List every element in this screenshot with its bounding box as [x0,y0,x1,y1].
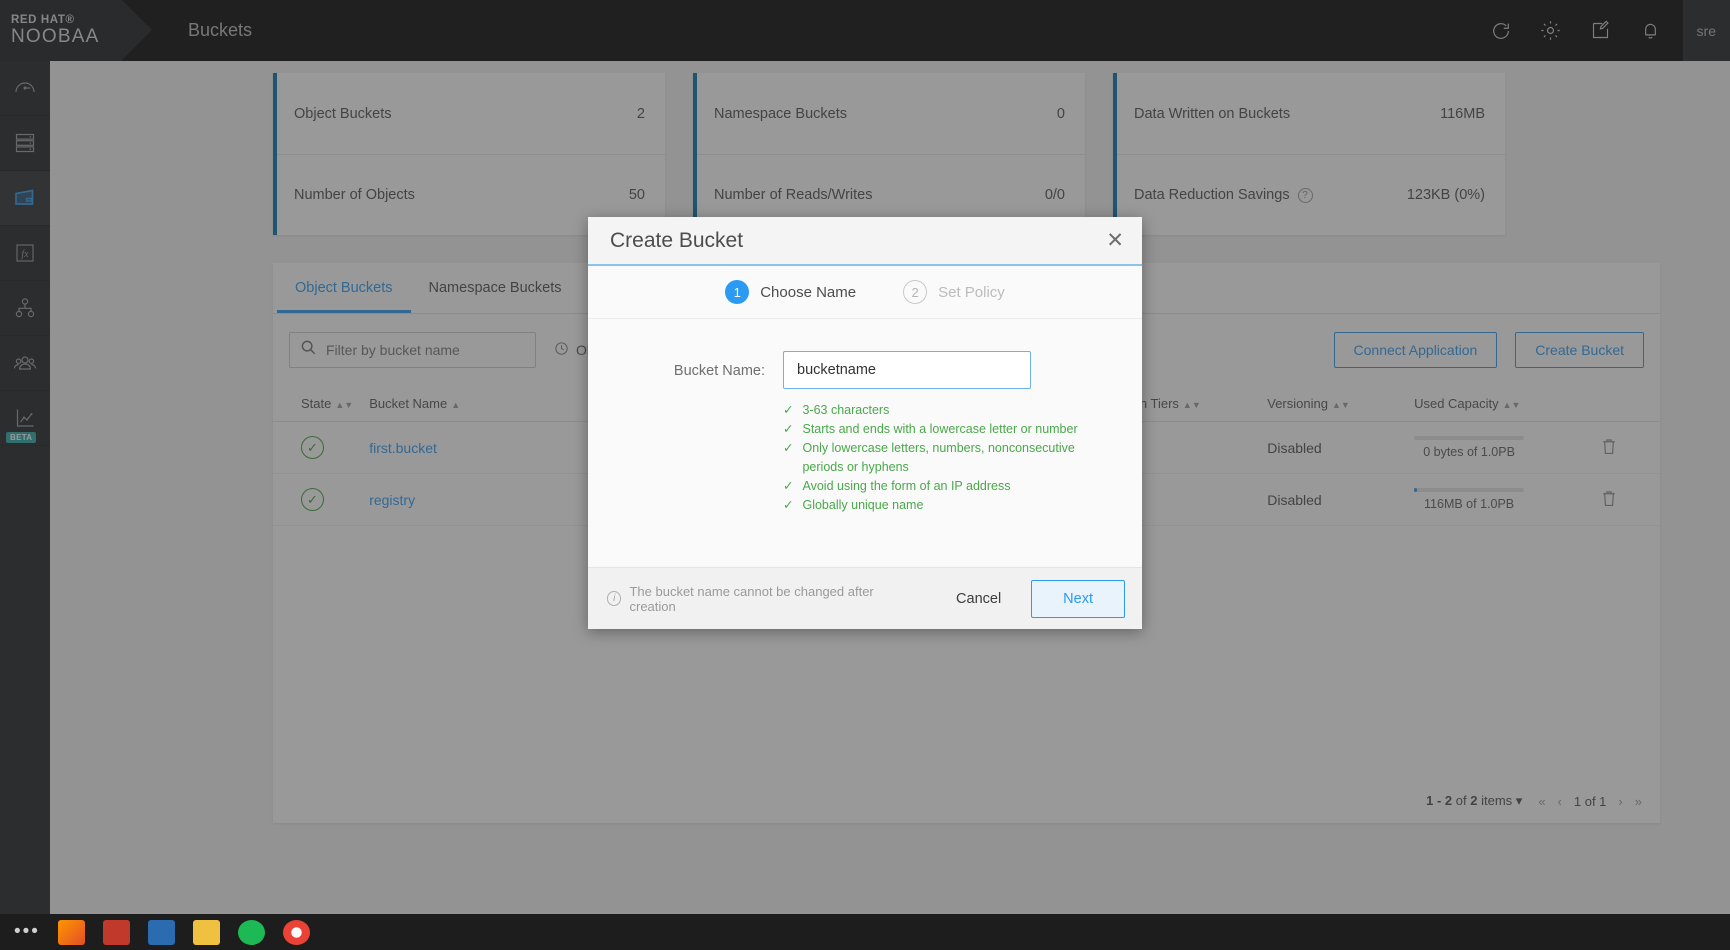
footer-note: i The bucket name cannot be changed afte… [607,584,912,614]
validation-rule-text: Globally unique name [802,496,923,515]
bucket-name-field-column: ✓ 3-63 characters ✓ Starts and ends with… [783,351,1114,515]
check-icon: ✓ [783,496,793,515]
check-icon: ✓ [783,420,793,439]
validation-rule-text: 3-63 characters [802,401,889,420]
application-window: RED HAT® NOOBAA Buckets [0,0,1730,950]
taskbar-app-chrome[interactable] [283,920,310,945]
check-icon: ✓ [783,477,793,496]
check-icon: ✓ [783,401,793,420]
check-icon: ✓ [783,439,793,477]
validation-rule-text: Starts and ends with a lowercase letter … [802,420,1077,439]
validation-rules-list: ✓ 3-63 characters ✓ Starts and ends with… [783,401,1114,515]
modal-body: Bucket Name: ✓ 3-63 characters ✓ Starts … [588,319,1142,567]
cancel-button[interactable]: Cancel [940,582,1017,616]
validation-rule: ✓ Avoid using the form of an IP address [783,477,1114,496]
taskbar-app-editor[interactable] [193,920,220,945]
create-bucket-modal: Create Bucket ✕ 1 Choose Name 2 Set Poli… [588,217,1142,629]
step-number: 1 [725,280,749,304]
bucket-name-field-row: Bucket Name: ✓ 3-63 characters ✓ Starts … [606,351,1114,515]
bucket-name-input[interactable] [783,351,1031,389]
app-menu-icon[interactable]: ••• [14,921,40,943]
validation-rule-text: Only lowercase letters, numbers, noncons… [802,439,1114,477]
modal-header: Create Bucket ✕ [588,217,1142,266]
wizard-step-set-policy: 2 Set Policy [903,280,1005,304]
validation-rule-text: Avoid using the form of an IP address [802,477,1010,496]
bucket-name-label: Bucket Name: [606,351,783,379]
os-taskbar: ••• [0,914,1730,950]
taskbar-app-terminal[interactable] [103,920,130,945]
modal-footer: i The bucket name cannot be changed afte… [588,567,1142,629]
step-label: Choose Name [760,284,856,301]
next-button[interactable]: Next [1031,580,1125,618]
taskbar-app-files[interactable] [148,920,175,945]
wizard-step-choose-name[interactable]: 1 Choose Name [725,280,856,304]
close-icon[interactable]: ✕ [1106,230,1124,251]
info-icon: i [607,591,621,606]
validation-rule: ✓ Starts and ends with a lowercase lette… [783,420,1114,439]
validation-rule: ✓ Only lowercase letters, numbers, nonco… [783,439,1114,477]
wizard-steps: 1 Choose Name 2 Set Policy [588,266,1142,319]
footer-note-text: The bucket name cannot be changed after … [629,584,912,614]
modal-title: Create Bucket [610,229,1106,253]
taskbar-app-spotify[interactable] [238,920,265,945]
step-number: 2 [903,280,927,304]
validation-rule: ✓ Globally unique name [783,496,1114,515]
taskbar-app-firefox[interactable] [58,920,85,945]
validation-rule: ✓ 3-63 characters [783,401,1114,420]
step-label: Set Policy [938,284,1005,301]
